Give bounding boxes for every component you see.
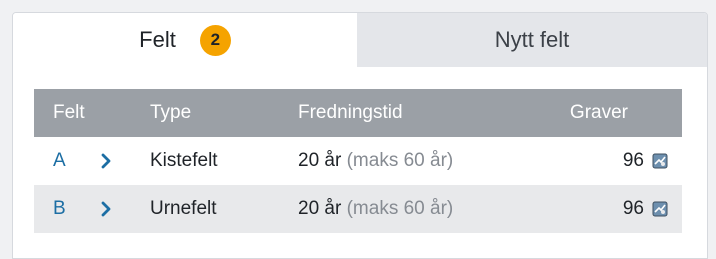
header-fredningstid: Fredningstid [298,102,403,123]
graver-count: 96 [622,198,644,219]
tab-bar: Felt 2 Nytt felt [13,13,707,67]
tab-felt[interactable]: Felt 2 [13,13,357,67]
row-felt-link[interactable]: B [53,198,66,219]
table-row[interactable]: A Kistefelt 20 år (maks 60 år) 96 [34,137,682,185]
row-graver: 96 [528,198,682,220]
row-graver: 96 [528,150,682,172]
tab-nytt-felt-label: Nytt felt [494,27,570,52]
row-felt-link[interactable]: A [53,150,66,171]
tab-nytt-felt[interactable]: Nytt felt [357,13,707,67]
row-fredningstid: 20 år (maks 60 år) [298,198,528,220]
header-graver: Graver [569,102,628,123]
grave-map-icon[interactable] [652,201,668,217]
fredningstid-value: 20 år [298,150,342,171]
table-header: Felt Type Fredningstid Graver [34,89,682,137]
row-type: Urnefelt [150,198,217,219]
fredningstid-max: (maks 60 år) [346,150,454,171]
header-type: Type [150,102,192,123]
count-badge: 2 [199,24,231,56]
fredningstid-value: 20 år [298,198,342,219]
chevron-right-icon[interactable] [100,201,112,217]
row-fredningstid: 20 år (maks 60 år) [298,150,528,172]
fredningstid-max: (maks 60 år) [346,198,454,219]
chevron-right-icon[interactable] [100,153,112,169]
table-row[interactable]: B Urnefelt 20 år (maks 60 år) 96 [34,185,682,233]
fields-card: Felt 2 Nytt felt Felt Type Fredningstid … [12,12,708,259]
row-type: Kistefelt [150,150,218,171]
tab-felt-label: Felt [139,27,176,52]
graver-count: 96 [622,150,644,171]
grave-map-icon[interactable] [652,153,668,169]
fields-table: Felt Type Fredningstid Graver A Kistefel… [34,89,682,233]
header-felt: Felt [53,102,85,123]
